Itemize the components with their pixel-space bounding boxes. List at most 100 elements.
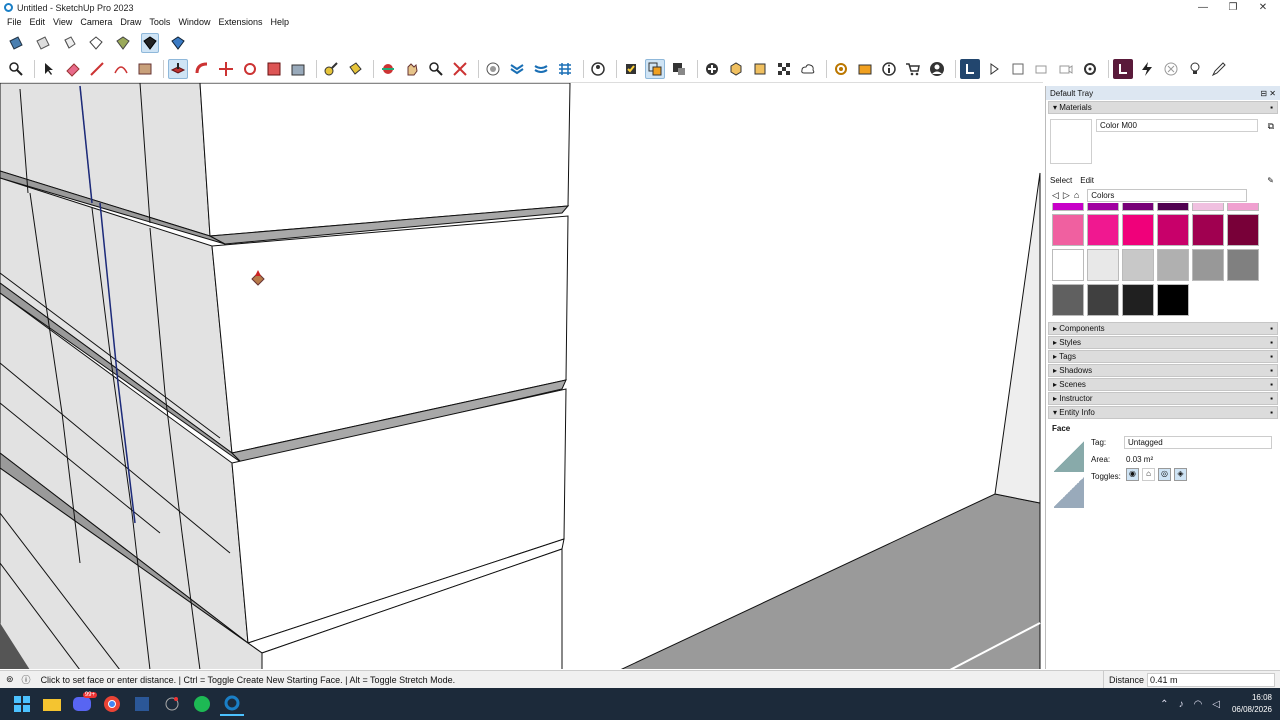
menu-edit[interactable]: Edit — [30, 17, 46, 27]
outer-shell-icon[interactable] — [645, 59, 665, 79]
paint-bucket-icon[interactable] — [345, 59, 365, 79]
extension-warehouse-icon[interactable] — [507, 59, 527, 79]
tab-select[interactable]: Select — [1050, 176, 1072, 185]
chevron-up-icon[interactable]: ⌃ — [1160, 699, 1168, 710]
color-swatch[interactable] — [1192, 203, 1224, 211]
app-icon[interactable] — [130, 692, 154, 716]
material-name-field[interactable]: Color M00 — [1096, 119, 1258, 132]
measurement-input[interactable]: 0.41 m — [1147, 672, 1275, 687]
account-icon[interactable] — [588, 59, 608, 79]
cancel-icon[interactable] — [1161, 59, 1181, 79]
tray-pin-icon[interactable]: ⊟ ✕ — [1260, 89, 1276, 98]
cloud-icon[interactable] — [798, 59, 818, 79]
color-swatch[interactable] — [1087, 203, 1119, 211]
spotify-icon[interactable] — [190, 692, 214, 716]
section-fill-icon[interactable] — [35, 33, 52, 53]
rectangle-icon[interactable] — [135, 59, 155, 79]
sample-paint-icon[interactable]: ✎ — [1267, 176, 1274, 185]
warehouse-icon[interactable] — [169, 33, 186, 53]
scale-icon[interactable] — [264, 59, 284, 79]
panel-close-icon[interactable]: ▪ — [1270, 408, 1273, 417]
color-swatch[interactable] — [1122, 203, 1154, 211]
lightning-icon[interactable] — [1137, 59, 1157, 79]
minimize-button[interactable]: — — [1188, 0, 1218, 15]
flip-icon[interactable] — [774, 59, 794, 79]
add-icon[interactable] — [702, 59, 722, 79]
home-icon[interactable]: ⌂ — [1074, 190, 1079, 200]
color-swatch[interactable] — [1227, 203, 1259, 211]
color-swatch[interactable] — [1192, 249, 1224, 281]
color-swatch[interactable] — [1087, 249, 1119, 281]
color-swatch[interactable] — [1087, 284, 1119, 316]
intersect-icon[interactable] — [669, 59, 689, 79]
follow-me-icon[interactable] — [192, 59, 212, 79]
menu-extensions[interactable]: Extensions — [218, 17, 262, 27]
color-swatch[interactable] — [1122, 284, 1154, 316]
color-swatch[interactable] — [1227, 214, 1259, 246]
gear-icon[interactable] — [1080, 59, 1100, 79]
clock[interactable]: 16:08 06/08/2026 — [1216, 692, 1272, 716]
menu-draw[interactable]: Draw — [120, 17, 141, 27]
panel-header-shadows[interactable]: ▸ Shadows ▪ — [1048, 364, 1278, 377]
tab-edit[interactable]: Edit — [1080, 176, 1094, 185]
solid-tools-icon[interactable] — [621, 59, 641, 79]
panel-header-entity-info[interactable]: ▾ Entity Info ▪ — [1048, 406, 1278, 419]
panel-close-icon[interactable]: ▪ — [1270, 352, 1273, 361]
back-arrow-icon[interactable]: ◁ — [1052, 190, 1059, 201]
tape-measure-icon[interactable] — [321, 59, 341, 79]
color-swatch[interactable] — [1227, 249, 1259, 281]
select-icon[interactable] — [39, 59, 59, 79]
move-icon[interactable] — [216, 59, 236, 79]
discord-icon[interactable]: 99+ — [70, 692, 97, 716]
color-swatch[interactable] — [1157, 214, 1189, 246]
bulb-icon[interactable] — [1185, 59, 1205, 79]
line-icon[interactable] — [87, 59, 107, 79]
info-icon[interactable] — [879, 59, 899, 79]
close-button[interactable]: ✕ — [1248, 0, 1278, 15]
play-icon[interactable] — [984, 59, 1004, 79]
geo-location-icon[interactable]: ⊚ — [6, 674, 14, 685]
menu-window[interactable]: Window — [178, 17, 210, 27]
cart-icon[interactable] — [903, 59, 923, 79]
drape-icon[interactable] — [750, 59, 770, 79]
library-select[interactable]: Colors — [1087, 188, 1248, 202]
materials-panel-header[interactable]: ▾ Materials ▪ — [1048, 101, 1278, 114]
color-swatch[interactable] — [1052, 203, 1084, 211]
create-material-icon[interactable]: ⧉ — [1268, 121, 1274, 132]
zoom-window-icon[interactable] — [426, 59, 446, 79]
file-explorer-icon[interactable] — [40, 692, 64, 716]
stamp-icon[interactable] — [726, 59, 746, 79]
video-icon[interactable] — [1056, 59, 1076, 79]
zoom-icon[interactable] — [6, 59, 26, 79]
folder-icon[interactable] — [855, 59, 875, 79]
rotate-icon[interactable] — [240, 59, 260, 79]
snipping-tool-icon[interactable] — [160, 692, 184, 716]
pencil-icon[interactable] — [1209, 59, 1229, 79]
section-lines-icon[interactable] — [61, 33, 78, 53]
stop-icon[interactable] — [1008, 59, 1028, 79]
color-swatch[interactable] — [1157, 249, 1189, 281]
zoom-extents-icon[interactable] — [450, 59, 470, 79]
maximize-button[interactable]: ❐ — [1218, 0, 1248, 15]
tag-select[interactable]: Untagged — [1124, 436, 1272, 449]
color-swatch[interactable] — [1052, 249, 1084, 281]
3d-warehouse-icon[interactable] — [483, 59, 503, 79]
panel-header-components[interactable]: ▸ Components ▪ — [1048, 322, 1278, 335]
panel-close-icon[interactable]: ▪ — [1270, 103, 1273, 112]
profile-icon[interactable] — [960, 59, 980, 79]
visible-toggle-icon[interactable]: ◉ — [1126, 468, 1139, 481]
user-icon[interactable] — [927, 59, 947, 79]
model-canvas[interactable] — [0, 83, 1043, 669]
menu-file[interactable]: File — [7, 17, 22, 27]
menu-view[interactable]: View — [53, 17, 72, 27]
panel-header-scenes[interactable]: ▸ Scenes ▪ — [1048, 378, 1278, 391]
color-swatch[interactable] — [1192, 214, 1224, 246]
3d-viewport[interactable] — [0, 82, 1043, 669]
color-swatch[interactable] — [1122, 249, 1154, 281]
pan-icon[interactable] — [402, 59, 422, 79]
color-swatch[interactable] — [1087, 214, 1119, 246]
color-swatch[interactable] — [1052, 284, 1084, 316]
sketchup-taskbar-icon[interactable] — [220, 692, 244, 716]
component-icon[interactable] — [115, 33, 132, 53]
color-swatch[interactable] — [1052, 214, 1084, 246]
